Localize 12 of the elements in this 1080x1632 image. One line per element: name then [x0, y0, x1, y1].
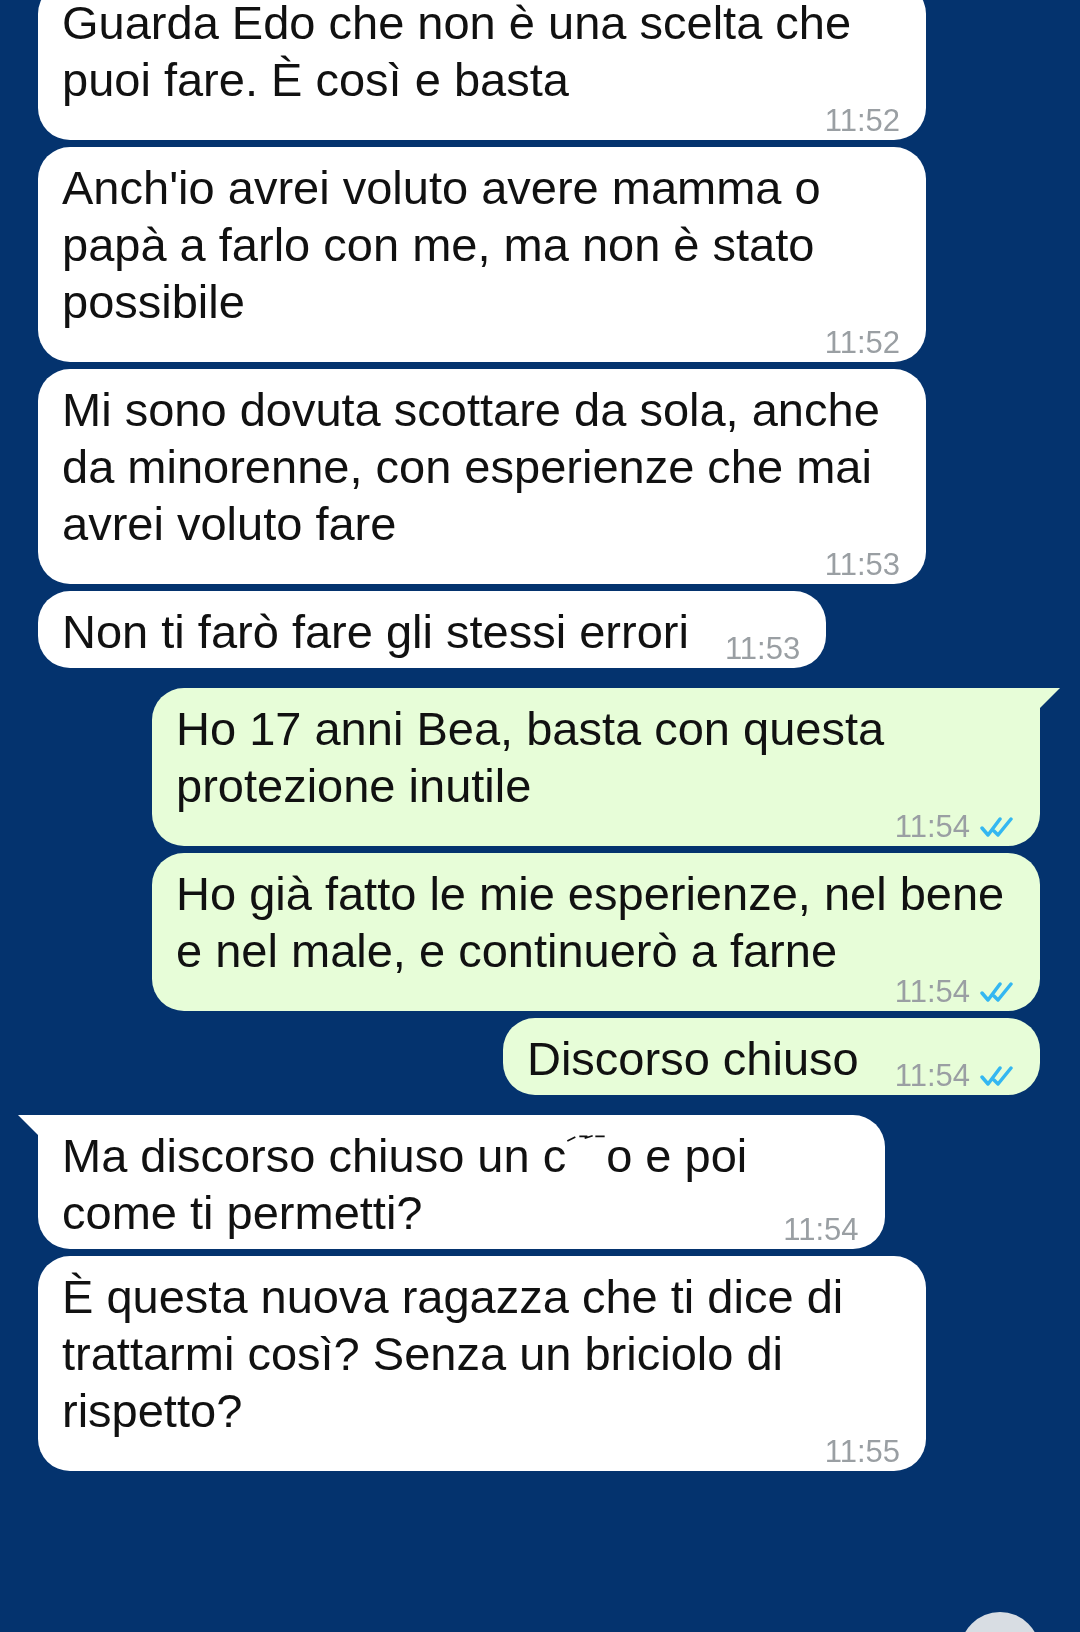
message-text: Ma discorso chiuso un c	[62, 1129, 567, 1182]
message-time: 11:54	[894, 1057, 970, 1095]
message-time: 11:54	[894, 808, 970, 846]
message-time: 11:53	[724, 630, 801, 668]
message-time: 11:54	[783, 1211, 859, 1249]
message-text: Discorso chiuso	[527, 1031, 859, 1087]
message-text: o e poi	[606, 1129, 748, 1182]
message-text: Non ti farò fare gli stessi errori	[62, 604, 689, 660]
message-time: 11:52	[824, 324, 900, 362]
message-text: Ho 17 anni Bea, basta con questa protezione inutile	[176, 701, 886, 814]
message-text: Anch'io avrei voluto avere mamma o papà a farlo con me, ma non è stato possibile	[62, 160, 822, 330]
message-text: come ti permetti?	[62, 1186, 423, 1239]
